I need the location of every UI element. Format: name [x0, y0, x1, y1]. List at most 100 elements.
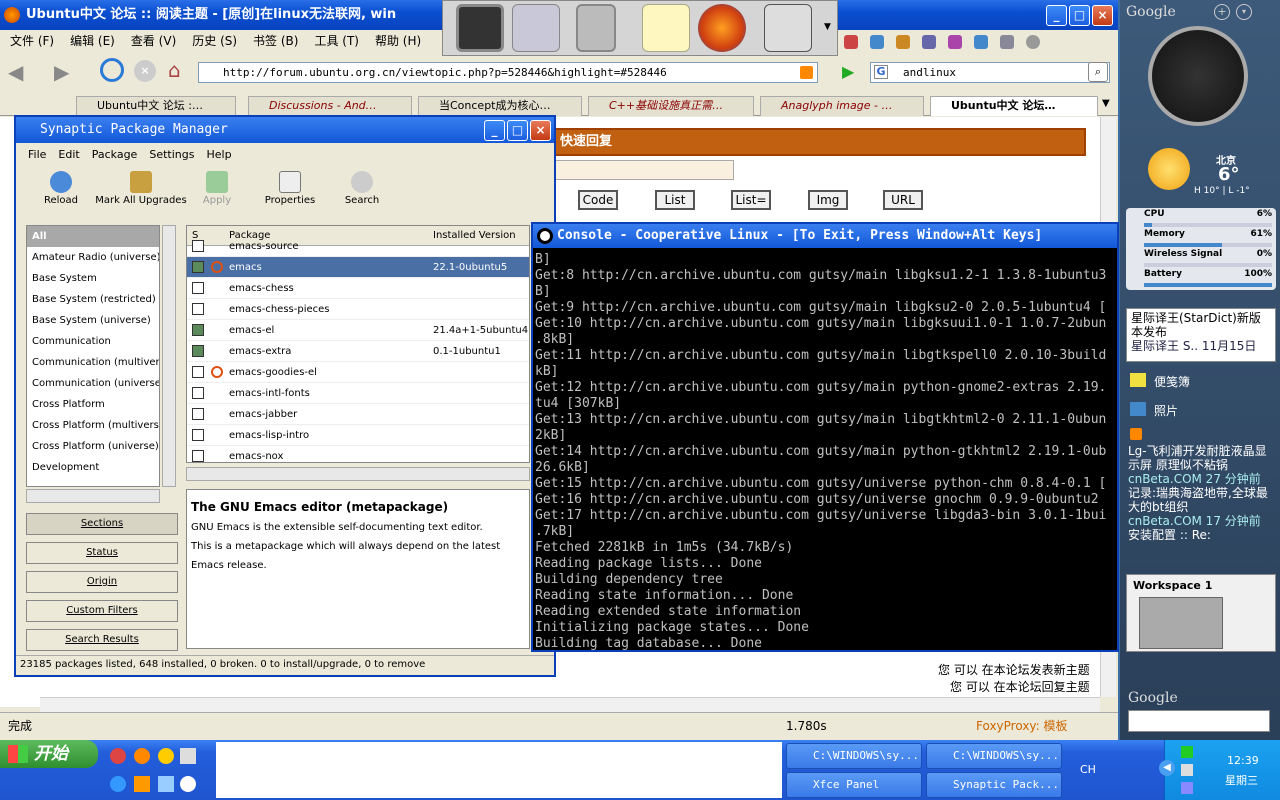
- status-filter-button[interactable]: Status: [26, 542, 178, 564]
- subject-input[interactable]: [546, 160, 734, 180]
- apply-button[interactable]: Apply: [194, 169, 240, 213]
- package-row[interactable]: emacs-el 21.4a+1-5ubuntu4: [187, 320, 529, 341]
- tray-expand-icon[interactable]: ◀: [1159, 760, 1175, 776]
- origin-filter-button[interactable]: Origin: [26, 571, 178, 593]
- tray-volume-icon[interactable]: [1181, 764, 1193, 776]
- extension-icon[interactable]: [896, 35, 910, 49]
- package-checkbox[interactable]: [192, 282, 204, 294]
- section-item[interactable]: Base System (universe): [27, 310, 159, 331]
- synaptic-menu-settings[interactable]: Settings: [149, 145, 194, 165]
- synaptic-close-button[interactable]: ×: [530, 120, 551, 141]
- section-item[interactable]: Communication: [27, 331, 159, 352]
- search-field[interactable]: andlinux: [870, 62, 1110, 83]
- package-checkbox[interactable]: [192, 450, 204, 462]
- tab-1[interactable]: Ubuntu中文 论坛 :…: [76, 96, 236, 116]
- extension-icon[interactable]: [922, 35, 936, 49]
- quicklaunch-icon[interactable]: [110, 748, 126, 764]
- task-cmd-1[interactable]: C:\WINDOWS\sy...: [786, 743, 922, 769]
- task-cmd-2[interactable]: C:\WINDOWS\sy...: [926, 743, 1062, 769]
- tab-4[interactable]: C++基础设施真正需…: [588, 96, 754, 116]
- firefox-launcher-icon[interactable]: [698, 4, 746, 52]
- section-list-hscrollbar[interactable]: [26, 489, 160, 503]
- package-row[interactable]: emacs-nox: [187, 446, 529, 462]
- synaptic-menu-help[interactable]: Help: [206, 145, 231, 165]
- workspace-thumbnail[interactable]: [1139, 597, 1223, 649]
- custom-filters-button[interactable]: Custom Filters: [26, 600, 178, 622]
- extension-icon[interactable]: [948, 35, 962, 49]
- menu-edit[interactable]: 编辑 (E): [70, 30, 115, 52]
- news-gadget[interactable]: 星际译王(StarDict)新版本发布 星际译王 S.. 11月15日: [1126, 308, 1276, 362]
- search-button[interactable]: Search: [338, 169, 386, 213]
- menu-tools[interactable]: 工具 (T): [314, 30, 359, 52]
- quicklaunch-icon[interactable]: [180, 748, 196, 764]
- menu-view[interactable]: 查看 (V): [131, 30, 176, 52]
- feed-item[interactable]: 安装配置 :: Re:: [1128, 528, 1276, 542]
- feed-item[interactable]: Lg-飞利浦开发耐脏液晶显示屏 原理似不粘锅: [1128, 444, 1276, 472]
- stop-icon[interactable]: ×: [134, 60, 156, 82]
- package-row[interactable]: emacs-chess-pieces: [187, 299, 529, 320]
- maximize-button[interactable]: □: [1069, 5, 1090, 26]
- task-synaptic[interactable]: Synaptic Pack...: [926, 772, 1062, 798]
- section-item[interactable]: Communication (multivers: [27, 352, 159, 373]
- sections-filter-button[interactable]: Sections: [26, 513, 178, 535]
- menu-help[interactable]: 帮助 (H): [375, 30, 421, 52]
- section-list-scrollbar[interactable]: [162, 225, 176, 487]
- console-output[interactable]: B] Get:8 http://cn.archive.ubuntu.com gut…: [535, 252, 1117, 652]
- extension-icon[interactable]: [1000, 35, 1014, 49]
- package-row[interactable]: emacs 22.1-0ubuntu5: [187, 257, 529, 278]
- tab-2[interactable]: Discussions - And…: [248, 96, 412, 116]
- extension-icon[interactable]: [974, 35, 988, 49]
- bbcode-code-button[interactable]: Code: [578, 190, 618, 210]
- package-row[interactable]: emacs-lisp-intro: [187, 425, 529, 446]
- home-icon[interactable]: ⌂: [168, 58, 181, 82]
- forward-icon[interactable]: ▶: [54, 60, 69, 84]
- rss-icon[interactable]: [800, 66, 813, 79]
- mark-all-upgrades-button[interactable]: Mark All Upgrades: [94, 169, 188, 213]
- quicklaunch-firefox-icon[interactable]: [134, 748, 150, 764]
- menu-history[interactable]: 历史 (S): [192, 30, 237, 52]
- tray-icon[interactable]: [1181, 782, 1193, 794]
- back-icon[interactable]: ◀: [8, 60, 23, 84]
- news-headline[interactable]: 星际译王(StarDict)新版本发布: [1131, 311, 1271, 339]
- extension-icon[interactable]: [870, 35, 884, 49]
- text-editor-icon[interactable]: [642, 4, 690, 52]
- workspace-switcher-icon[interactable]: [764, 4, 812, 52]
- package-row[interactable]: emacs-jabber: [187, 404, 529, 425]
- package-row[interactable]: emacs-source: [187, 236, 529, 257]
- terminal-icon[interactable]: [456, 4, 504, 52]
- menu-bookmarks[interactable]: 书签 (B): [253, 30, 298, 52]
- menu-file[interactable]: 文件 (F): [10, 30, 54, 52]
- section-item[interactable]: Cross Platform (universe): [27, 436, 159, 457]
- minimize-button[interactable]: _: [1046, 5, 1067, 26]
- package-checkbox[interactable]: [192, 387, 204, 399]
- package-checkbox[interactable]: [192, 429, 204, 441]
- reload-button[interactable]: Reload: [38, 169, 84, 213]
- notes-gadget-label[interactable]: 便笺簿: [1154, 373, 1190, 390]
- package-table-hscrollbar[interactable]: [186, 467, 530, 481]
- package-checkbox[interactable]: [192, 366, 204, 378]
- bbcode-list-button[interactable]: List: [655, 190, 695, 210]
- synaptic-menu-edit[interactable]: Edit: [58, 145, 79, 165]
- package-row[interactable]: emacs-extra 0.1-1ubuntu1: [187, 341, 529, 362]
- url-field[interactable]: http://forum.ubuntu.org.cn/viewtopic.php…: [198, 62, 818, 83]
- launcher-arrow-icon[interactable]: ▼: [824, 22, 831, 32]
- section-item[interactable]: Cross Platform (multivers: [27, 415, 159, 436]
- package-checkbox[interactable]: [192, 240, 204, 252]
- synaptic-minimize-button[interactable]: _: [484, 120, 505, 141]
- quicklaunch-icon[interactable]: [158, 776, 174, 792]
- properties-button[interactable]: Properties: [260, 169, 320, 213]
- package-checkbox[interactable]: [192, 345, 204, 357]
- synaptic-menu-file[interactable]: File: [28, 145, 46, 165]
- bbcode-url-button[interactable]: URL: [883, 190, 923, 210]
- package-row[interactable]: emacs-chess: [187, 278, 529, 299]
- section-item[interactable]: All: [27, 226, 159, 247]
- tab-3[interactable]: 当Concept成为核心…: [418, 96, 582, 116]
- package-row[interactable]: emacs-intl-fonts: [187, 383, 529, 404]
- gear-icon[interactable]: [1026, 35, 1040, 49]
- section-item[interactable]: Communication (universe): [27, 373, 159, 394]
- feed-item[interactable]: 记录:瑞典海盗地带,全球最大的bt组织: [1128, 486, 1276, 514]
- tab-5[interactable]: Anaglyph image - …: [760, 96, 924, 116]
- section-item[interactable]: Base System (restricted): [27, 289, 159, 310]
- section-item[interactable]: Amateur Radio (universe): [27, 247, 159, 268]
- bbcode-img-button[interactable]: Img: [808, 190, 848, 210]
